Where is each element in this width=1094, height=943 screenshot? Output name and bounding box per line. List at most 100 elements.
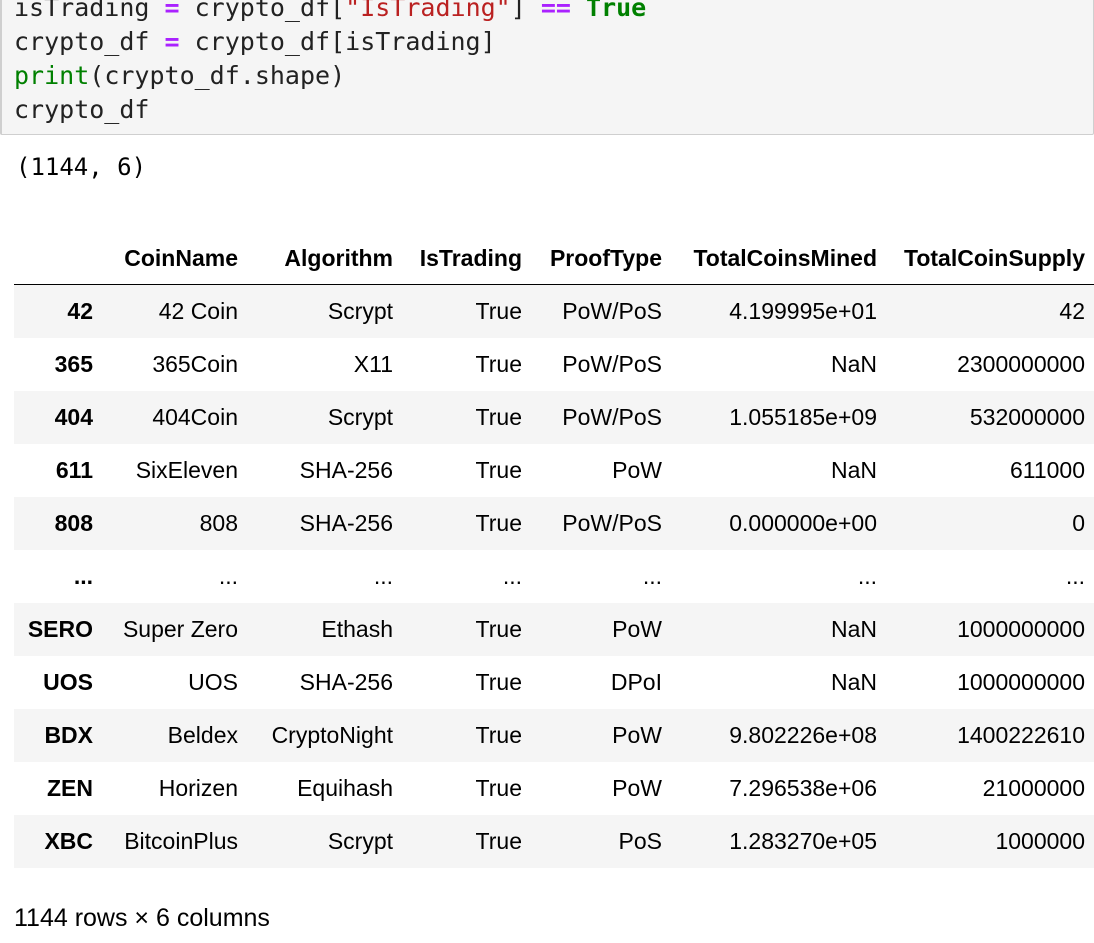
- cell-algorithm: Scrypt: [327, 827, 393, 854]
- cell-algorithm: Equihash: [297, 774, 393, 801]
- cell-prooftype: PoW/PoS: [562, 509, 662, 536]
- code-keyword: True: [586, 0, 647, 22]
- table-row: 808 808 SHA-256 True PoW/PoS 0.000000e+0…: [14, 496, 1094, 550]
- row-index: 611: [55, 456, 93, 483]
- code-line-3: print(crypto_df.shape): [14, 59, 345, 93]
- table-row: UOS UOS SHA-256 True DPoI NaN 1000000000: [14, 656, 1094, 709]
- cell-istrading: True: [475, 668, 522, 695]
- cell-totalcoinsmined: 1.055185e+09: [729, 403, 877, 430]
- cell-istrading: ...: [502, 562, 522, 589]
- cell-totalcoinsupply: 1000000: [995, 827, 1085, 854]
- cell-totalcoinsupply: 21000000: [982, 774, 1085, 801]
- cell-istrading: True: [475, 403, 522, 430]
- cell-istrading: True: [475, 827, 522, 854]
- cell-algorithm: Scrypt: [327, 403, 393, 430]
- row-index: ZEN: [47, 774, 93, 801]
- cell-prooftype: PoW/PoS: [562, 297, 662, 324]
- cell-prooftype: PoW: [612, 615, 662, 642]
- code-line-4: crypto_df: [14, 93, 149, 127]
- cell-prooftype: ...: [642, 562, 662, 589]
- cell-totalcoinsupply: 1000000000: [957, 615, 1085, 642]
- cell-totalcoinsmined: NaN: [830, 350, 877, 377]
- cell-totalcoinsupply: 532000000: [969, 403, 1085, 430]
- row-index: BDX: [44, 721, 93, 748]
- code-token: crypto_df: [14, 27, 165, 56]
- cell-istrading: True: [475, 721, 522, 748]
- cell-coinname: Horizen: [158, 774, 238, 801]
- code-operator: =: [164, 0, 180, 22]
- cell-coinname: 808: [199, 509, 238, 536]
- code-token: crypto_df[isTrading]: [179, 27, 496, 56]
- table-row: 611 SixEleven SHA-256 True PoW NaN 61100…: [14, 444, 1094, 497]
- column-header-istrading: IsTrading: [402, 232, 531, 285]
- cell-totalcoinsmined: 9.802226e+08: [729, 721, 877, 748]
- cell-algorithm: SHA-256: [299, 456, 393, 483]
- cell-totalcoinsmined: NaN: [830, 456, 877, 483]
- cell-istrading: True: [475, 774, 522, 801]
- cell-prooftype: PoW/PoS: [562, 403, 662, 430]
- cell-prooftype: PoW: [612, 774, 662, 801]
- column-header-prooftype: ProofType: [531, 232, 671, 285]
- code-token: isTrading: [14, 0, 165, 22]
- table-row: SERO Super Zero Ethash True PoW NaN 1000…: [14, 602, 1094, 656]
- table-row: 42 42 Coin Scrypt True PoW/PoS 4.199995e…: [14, 284, 1094, 338]
- code-token: (crypto_df.shape): [89, 61, 346, 90]
- cell-prooftype: PoW: [612, 721, 662, 748]
- cell-totalcoinsmined: 4.199995e+01: [729, 297, 877, 324]
- cell-totalcoinsmined: NaN: [830, 615, 877, 642]
- cell-algorithm: Ethash: [321, 615, 393, 642]
- cell-prooftype: PoW: [612, 456, 662, 483]
- cell-coinname: 42 Coin: [158, 297, 238, 324]
- cell-totalcoinsmined: NaN: [830, 668, 877, 695]
- cell-totalcoinsmined: ...: [857, 562, 877, 589]
- code-cell[interactable]: isTrading = crypto_df["IsTrading"] == Tr…: [0, 0, 1094, 135]
- table-row: ZEN Horizen Equihash True PoW 7.296538e+…: [14, 762, 1094, 815]
- cell-algorithm: SHA-256: [299, 668, 393, 695]
- cell-totalcoinsupply: 2300000000: [957, 350, 1085, 377]
- code-string: "IsTrading": [345, 0, 511, 22]
- cell-algorithm: SHA-256: [299, 509, 393, 536]
- row-index: 808: [54, 509, 93, 536]
- cell-coinname: BitcoinPlus: [124, 827, 238, 854]
- table-row: BDX Beldex CryptoNight True PoW 9.802226…: [14, 708, 1094, 762]
- cell-algorithm: Scrypt: [327, 297, 393, 324]
- cell-prooftype: DPoI: [610, 668, 662, 695]
- table-header-row: CoinName Algorithm IsTrading ProofType T…: [14, 232, 1094, 285]
- column-header-coinname: CoinName: [102, 232, 247, 285]
- cell-istrading: True: [475, 615, 522, 642]
- code-token: ]: [510, 0, 541, 22]
- column-header-totalcoinsupply: TotalCoinSupply: [886, 232, 1094, 285]
- code-token: crypto_df[: [179, 0, 346, 22]
- cell-totalcoinsmined: 1.283270e+05: [729, 827, 877, 854]
- code-token: crypto_df: [14, 95, 150, 124]
- cell-coinname: SixEleven: [135, 456, 238, 483]
- cell-coinname: Super Zero: [122, 615, 238, 642]
- column-header-totalcoinsmined: TotalCoinsMined: [671, 232, 886, 285]
- cell-algorithm: X11: [353, 350, 393, 377]
- cell-totalcoinsupply: 0: [1072, 509, 1085, 536]
- cell-totalcoinsmined: 7.296538e+06: [729, 774, 877, 801]
- cell-coinname: 365Coin: [152, 350, 238, 377]
- cell-coinname: UOS: [188, 668, 238, 695]
- code-operator: =: [164, 27, 180, 56]
- row-index: XBC: [44, 827, 93, 854]
- dataframe-shape-note: 1144 rows × 6 columns: [14, 904, 270, 932]
- code-operator: ==: [540, 0, 571, 22]
- column-header-algorithm: Algorithm: [247, 232, 402, 285]
- cell-totalcoinsupply: ...: [1065, 562, 1085, 589]
- cell-totalcoinsupply: 1000000000: [957, 668, 1085, 695]
- table-row-ellipsis: ... ... ... ... ... ... ...: [14, 550, 1094, 603]
- table-row: 404 404Coin Scrypt True PoW/PoS 1.055185…: [14, 390, 1094, 444]
- stdout-output: (1144, 6): [16, 153, 147, 181]
- cell-prooftype: PoS: [618, 827, 662, 854]
- dataframe-table: CoinName Algorithm IsTrading ProofType T…: [14, 232, 1094, 868]
- row-index: 365: [54, 350, 93, 377]
- cell-algorithm: ...: [373, 562, 393, 589]
- row-index: 404: [54, 403, 93, 430]
- table-row: XBC BitcoinPlus Scrypt True PoS 1.283270…: [14, 814, 1094, 868]
- cell-prooftype: PoW/PoS: [562, 350, 662, 377]
- cell-totalcoinsupply: 1400222610: [957, 721, 1085, 748]
- code-line-1: isTrading = crypto_df["IsTrading"] == Tr…: [14, 0, 646, 25]
- cell-algorithm: CryptoNight: [271, 721, 393, 748]
